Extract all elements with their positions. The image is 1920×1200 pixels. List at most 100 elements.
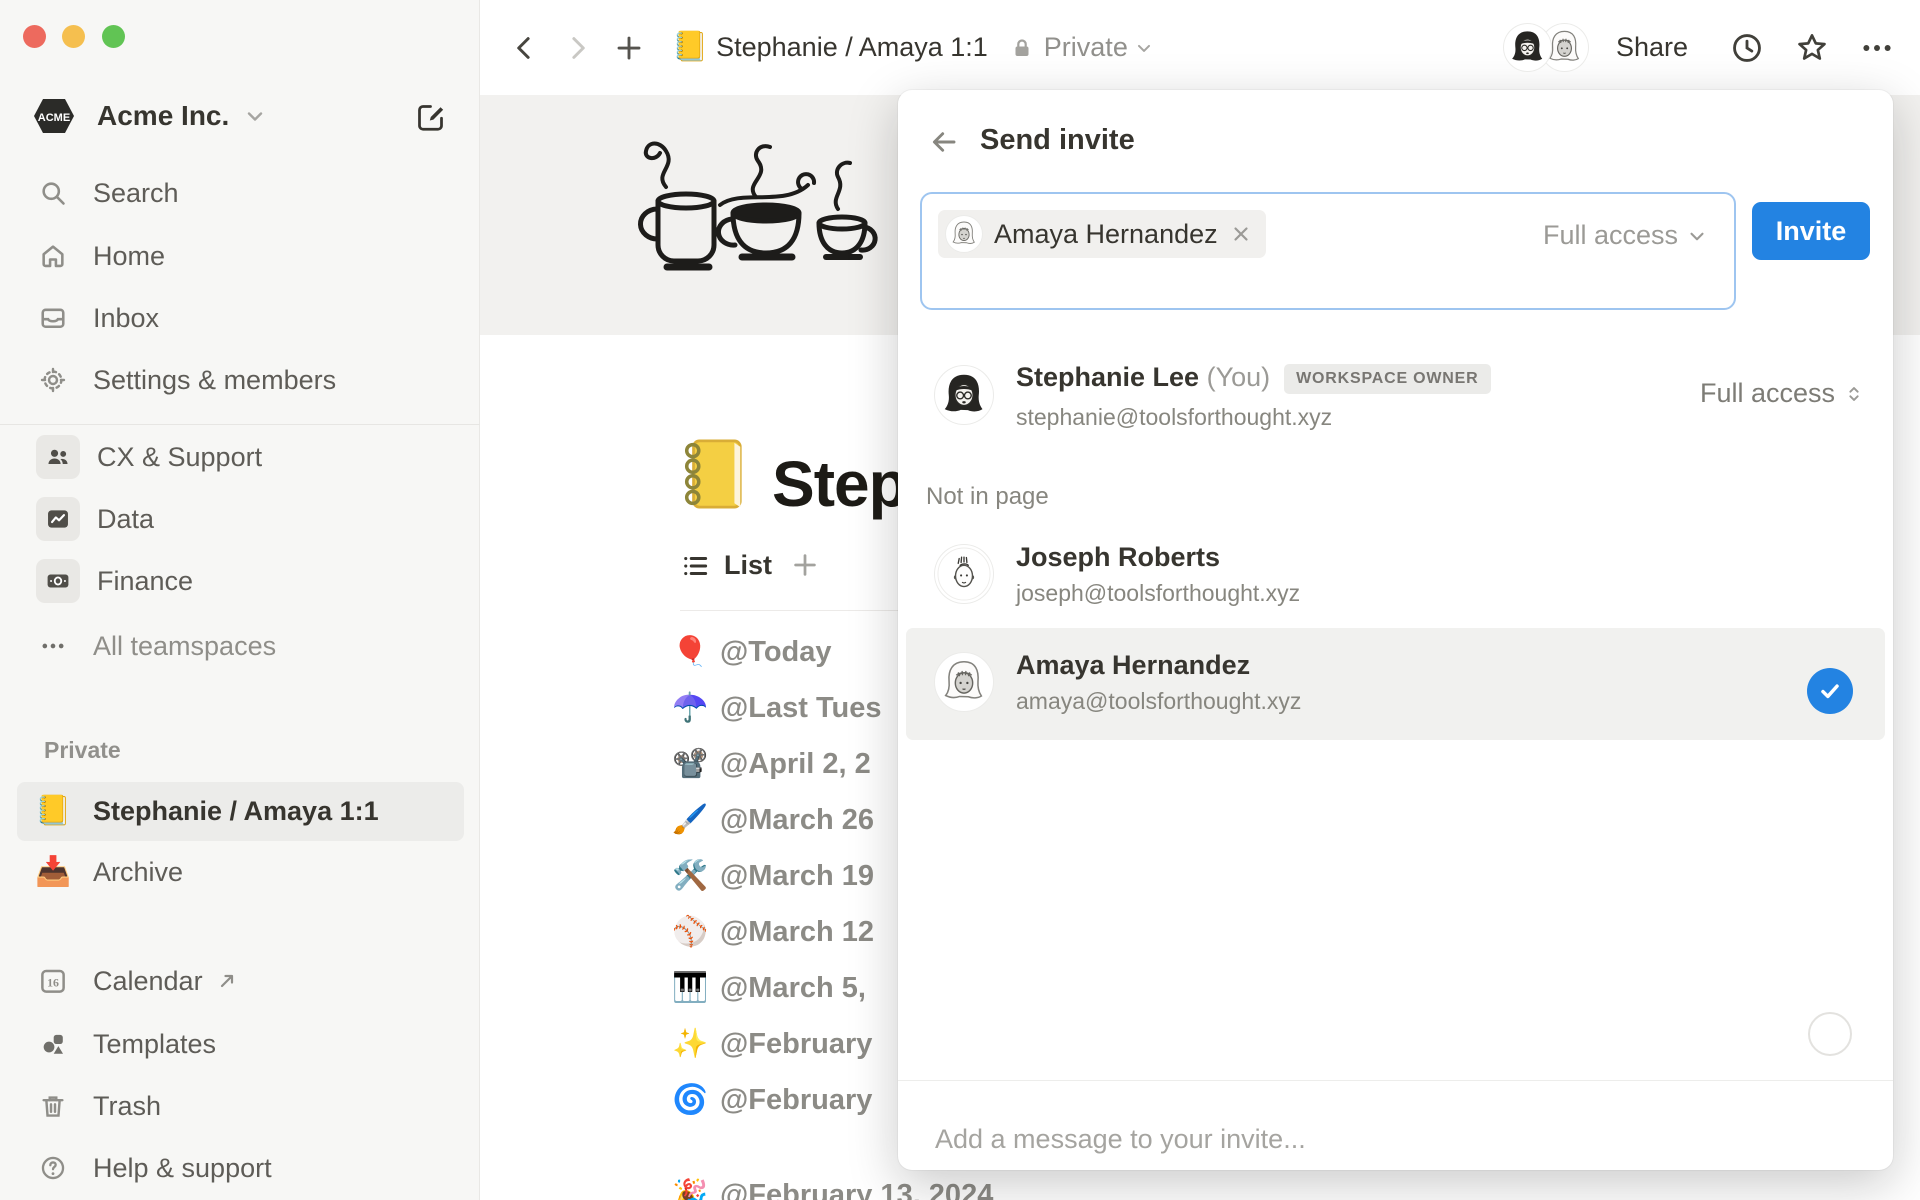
balloon-emoji: 🎈 bbox=[671, 636, 709, 668]
more-options-button[interactable] bbox=[1860, 31, 1894, 65]
invite-button[interactable]: Invite bbox=[1752, 202, 1870, 260]
sidebar-teamspace-data[interactable]: Data bbox=[17, 488, 464, 550]
coffee-cups-illustration bbox=[638, 141, 878, 271]
add-view-button[interactable] bbox=[790, 550, 820, 580]
gear-icon bbox=[38, 366, 68, 394]
selected-person-check[interactable] bbox=[1807, 668, 1853, 714]
list-item[interactable]: 🌀 @February bbox=[668, 1072, 872, 1128]
forward-button[interactable] bbox=[562, 33, 592, 63]
list-item[interactable]: 🛠️ @March 19 bbox=[668, 848, 874, 904]
film-projector-emoji: 📽️ bbox=[671, 748, 709, 780]
modal-back-button[interactable] bbox=[928, 126, 960, 158]
svg-text:16: 16 bbox=[47, 976, 59, 990]
sidebar-teamspace-cx-support[interactable]: CX & Support bbox=[17, 426, 464, 488]
list-item[interactable]: 🎈 @Today bbox=[668, 624, 832, 680]
chip-access-dropdown[interactable]: Full access bbox=[1543, 220, 1708, 251]
sidebar-item-all-teamspaces[interactable]: All teamspaces bbox=[17, 615, 464, 677]
modal-footer-divider bbox=[898, 1080, 1893, 1081]
sidebar-item-templates[interactable]: Templates bbox=[17, 1013, 464, 1075]
notion-app-window: ACME Acme Inc. Search Home Inbox Setting… bbox=[0, 0, 1920, 1200]
umbrella-emoji: ☂️ bbox=[671, 692, 709, 724]
inbox-icon bbox=[38, 304, 68, 332]
workspace-switcher[interactable]: ACME Acme Inc. bbox=[0, 88, 480, 144]
chevron-down-icon bbox=[1137, 44, 1150, 52]
favorite-button[interactable] bbox=[1794, 30, 1830, 66]
sidebar-item-calendar[interactable]: 16 Calendar bbox=[17, 950, 464, 1012]
updates-button[interactable] bbox=[1730, 31, 1764, 65]
invite-message-input[interactable] bbox=[935, 1110, 1855, 1168]
sidebar-item-home[interactable]: Home bbox=[17, 225, 464, 287]
calendar-icon: 16 bbox=[38, 966, 68, 996]
invite-recipients-input[interactable]: Amaya Hernandez Full access bbox=[920, 192, 1736, 310]
workspace-owner-badge: WORKSPACE OWNER bbox=[1284, 364, 1491, 394]
search-icon bbox=[38, 179, 68, 207]
stephanie-avatar bbox=[935, 366, 993, 424]
not-in-page-section-label: Not in page bbox=[926, 483, 1049, 510]
zoom-window-button[interactable] bbox=[102, 25, 125, 48]
member-email: stephanie@toolsforthought.xyz bbox=[1016, 404, 1333, 430]
list-item[interactable]: ✨ @February bbox=[668, 1016, 872, 1072]
breadcrumb-page-emoji: 📒 bbox=[672, 31, 709, 63]
lock-icon bbox=[1015, 38, 1029, 56]
share-button[interactable]: Share bbox=[1616, 32, 1688, 63]
hammer-wrench-emoji: 🛠️ bbox=[671, 860, 709, 892]
compose-icon bbox=[418, 105, 444, 131]
list-item[interactable]: 🎉 @February 13, 2024 bbox=[668, 1167, 993, 1200]
page-title[interactable]: Step bbox=[772, 447, 908, 521]
new-tab-button[interactable] bbox=[614, 33, 644, 63]
modal-title: Send invite bbox=[980, 124, 1135, 156]
remove-recipient-button[interactable] bbox=[1230, 223, 1252, 245]
list-item[interactable]: 🎹 @March 5, bbox=[668, 960, 866, 1016]
sidebar-item-search[interactable]: Search bbox=[17, 162, 464, 224]
list-item[interactable]: ⚾ @March 12 bbox=[668, 904, 874, 960]
chevron-down-icon bbox=[248, 112, 263, 121]
private-section-header: Private bbox=[44, 737, 121, 763]
list-item[interactable]: 🖌️ @March 26 bbox=[668, 792, 874, 848]
clock-icon bbox=[1733, 33, 1761, 62]
sidebar-item-trash[interactable]: Trash bbox=[17, 1075, 464, 1137]
list-view-icon bbox=[684, 556, 708, 575]
stephanie-avatar[interactable] bbox=[1503, 24, 1551, 71]
sparkles-emoji: ✨ bbox=[671, 1028, 709, 1060]
list-item[interactable]: ☂️ @Last Tues bbox=[668, 680, 882, 736]
privacy-dropdown[interactable]: Private bbox=[1010, 32, 1154, 63]
page-icon[interactable] bbox=[676, 435, 750, 513]
person-name: Joseph Roberts bbox=[1016, 542, 1221, 572]
member-row-stephanie: Stephanie Lee (You) WORKSPACE OWNER steph… bbox=[898, 362, 1893, 430]
sidebar: ACME Acme Inc. Search Home Inbox Setting… bbox=[0, 0, 480, 1200]
star-icon bbox=[1798, 33, 1826, 60]
chevron-right-icon bbox=[572, 36, 585, 59]
chart-icon bbox=[36, 497, 80, 541]
sidebar-item-settings[interactable]: Settings & members bbox=[17, 349, 464, 411]
acme-logo: ACME bbox=[34, 99, 74, 133]
ellipsis-icon bbox=[38, 632, 68, 660]
ledger-notebook-emoji bbox=[684, 439, 742, 509]
sidebar-teamspace-finance[interactable]: Finance bbox=[17, 550, 464, 612]
tab-list-view[interactable]: List bbox=[680, 550, 772, 581]
paintbrush-emoji: 🖌️ bbox=[671, 804, 709, 836]
select-person-radio[interactable] bbox=[1808, 1012, 1852, 1056]
list-item[interactable]: 📽️ @April 2, 2 bbox=[668, 736, 871, 792]
party-popper-emoji: 🎉 bbox=[671, 1179, 709, 1200]
money-icon bbox=[36, 559, 80, 603]
home-icon bbox=[38, 242, 68, 270]
sidebar-item-inbox[interactable]: Inbox bbox=[17, 287, 464, 349]
person-row-joseph[interactable]: Joseph Roberts joseph@toolsforthought.xy… bbox=[898, 540, 1893, 1056]
close-icon bbox=[1234, 227, 1248, 241]
minimize-window-button[interactable] bbox=[62, 25, 85, 48]
sidebar-page-archive[interactable]: 📥 Archive bbox=[17, 843, 464, 902]
ledger-notebook-emoji: 📒 bbox=[34, 795, 72, 827]
piano-emoji: 🎹 bbox=[671, 972, 709, 1004]
breadcrumb-page-title[interactable]: Stephanie / Amaya 1:1 bbox=[716, 32, 988, 63]
cyclone-emoji: 🌀 bbox=[671, 1084, 709, 1116]
member-access-dropdown[interactable]: Full access bbox=[1700, 378, 1865, 409]
person-row-amaya[interactable]: Amaya Hernandez amaya@toolsforthought.xy… bbox=[906, 628, 1885, 740]
new-page-button[interactable] bbox=[414, 101, 447, 134]
chevron-up-down-icon bbox=[1849, 386, 1859, 401]
sidebar-page-stephanie-amaya[interactable]: 📒 Stephanie / Amaya 1:1 bbox=[17, 782, 464, 841]
sidebar-item-help[interactable]: Help & support bbox=[17, 1137, 464, 1199]
back-button[interactable] bbox=[510, 33, 540, 63]
templates-icon bbox=[38, 1030, 68, 1058]
close-window-button[interactable] bbox=[23, 25, 46, 48]
inbox-tray-emoji: 📥 bbox=[34, 856, 72, 888]
